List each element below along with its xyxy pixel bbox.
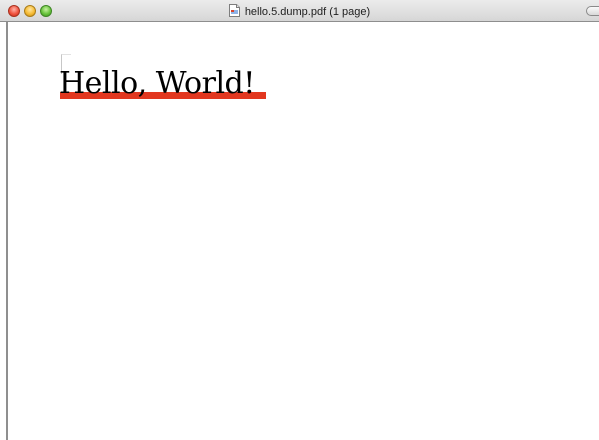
window-title: hello.5.dump.pdf (1 page) <box>244 6 371 18</box>
title-bar[interactable]: hello.5.dump.pdf (1 page) <box>0 0 599 22</box>
toolbar-toggle-icon[interactable] <box>586 6 599 16</box>
pdf-page[interactable]: Hello, World! <box>10 22 599 440</box>
window-title-group: hello.5.dump.pdf (1 page) <box>0 0 599 22</box>
sidebar-edge <box>0 22 8 440</box>
preview-window: hello.5.dump.pdf (1 page) Hello, World! <box>0 0 599 440</box>
document-text[interactable]: Hello, World! <box>59 67 255 101</box>
pdf-document-icon[interactable] <box>228 4 240 17</box>
